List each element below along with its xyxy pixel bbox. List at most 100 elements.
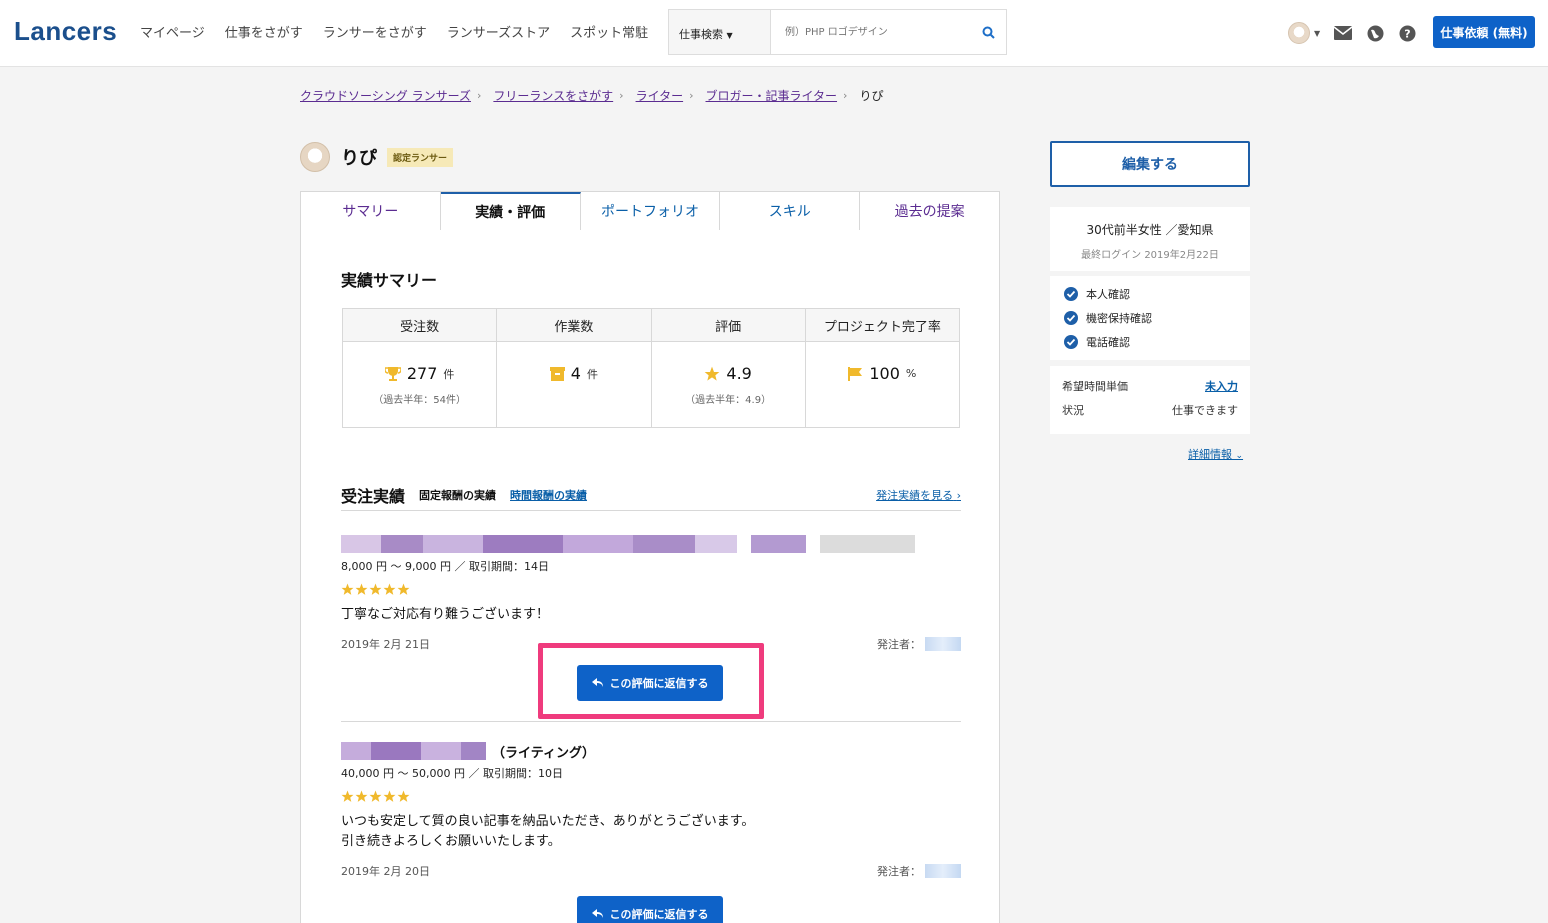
profile-info-box: 30代前半女性 ／愛知県 最終ログイン 2019年2月22日 bbox=[1050, 207, 1250, 271]
tab-portfolio[interactable]: ポートフォリオ bbox=[581, 192, 721, 230]
nav-mypage[interactable]: マイページ bbox=[140, 22, 205, 41]
reply-icon bbox=[591, 909, 603, 918]
nav-find-lancers[interactable]: ランサーをさがす bbox=[323, 22, 427, 41]
summary-title: 実績サマリー bbox=[341, 271, 438, 290]
divider bbox=[341, 721, 961, 722]
client-name-blurred[interactable] bbox=[925, 637, 961, 651]
summary-head: 評価 bbox=[651, 309, 805, 342]
verification-item: 機密保持確認 bbox=[1050, 306, 1250, 330]
star-icon bbox=[383, 583, 396, 595]
star-icon bbox=[341, 583, 354, 595]
star-icon bbox=[705, 366, 720, 381]
lancers-logo[interactable]: Lancers bbox=[14, 16, 117, 47]
breadcrumb-home[interactable]: クラウドソーシング ランサーズ bbox=[300, 87, 471, 104]
summary-value: 4 件 bbox=[497, 364, 650, 383]
orders-header: 受注実績 固定報酬の実績 時間報酬の実績 発注実績を見る › bbox=[341, 480, 961, 510]
tab-past-proposals[interactable]: 過去の提案 bbox=[860, 192, 999, 230]
client-name-blurred[interactable] bbox=[925, 864, 961, 878]
reply-label: この評価に返信する bbox=[609, 908, 709, 921]
globe-icon[interactable] bbox=[1366, 24, 1384, 42]
hourly-rate-link[interactable]: 未入力 bbox=[1205, 378, 1238, 394]
completion-unit: % bbox=[905, 367, 917, 380]
search-input[interactable] bbox=[771, 10, 970, 54]
blurred-job-title bbox=[341, 742, 371, 760]
check-circle-icon bbox=[1064, 335, 1078, 349]
star-icon bbox=[355, 790, 368, 802]
review-meta: 2019年 2月 20日 発注者： bbox=[341, 863, 961, 879]
edit-profile-button[interactable]: 編集する bbox=[1050, 141, 1250, 187]
box-icon bbox=[549, 366, 565, 381]
nav-find-jobs[interactable]: 仕事をさがす bbox=[225, 22, 303, 41]
help-icon[interactable]: ? bbox=[1398, 24, 1416, 42]
review-date: 2019年 2月 20日 bbox=[341, 865, 430, 878]
order-entry: 8,000 円 〜 9,000 円 ／ 取引期間：14日 丁寧なご対応有り難うご… bbox=[341, 535, 961, 652]
orders-unit: 件 bbox=[443, 367, 455, 381]
search-type-select[interactable]: 仕事検索 ▼ bbox=[669, 10, 771, 54]
verification-label: 機密保持確認 bbox=[1086, 312, 1152, 325]
client-label: 発注者： bbox=[877, 638, 921, 651]
check-circle-icon bbox=[1064, 311, 1078, 325]
completion-value: 100 bbox=[869, 364, 900, 383]
post-job-button[interactable]: 仕事依頼 (無料) bbox=[1433, 16, 1535, 48]
blurred-job-title bbox=[461, 742, 486, 760]
tab-summary[interactable]: サマリー bbox=[301, 192, 441, 230]
star-icon bbox=[369, 583, 382, 595]
breadcrumb-writer[interactable]: ライター bbox=[636, 87, 684, 104]
user-avatar[interactable] bbox=[1288, 22, 1310, 44]
trophy-icon bbox=[384, 366, 401, 381]
detail-info-link[interactable]: 詳細情報 ⌄ bbox=[1188, 446, 1243, 462]
status-value: 仕事できます bbox=[1172, 404, 1238, 417]
verification-label: 本人確認 bbox=[1086, 288, 1130, 301]
main-nav: マイページ 仕事をさがす ランサーをさがす ランサーズストア スポット常駐 bbox=[140, 22, 648, 41]
price-range: 8,000 円 〜 9,000 円 ／ 取引期間：14日 bbox=[341, 560, 549, 573]
chevron-down-icon: ▼ bbox=[726, 31, 733, 40]
reply-to-review-button[interactable]: この評価に返信する bbox=[577, 896, 723, 923]
summary-rating: 評価 4.9 （過去半年：4.9） bbox=[651, 309, 806, 427]
review-line: 丁寧なご対応有り難うございます！ bbox=[341, 607, 550, 622]
review-comment: 丁寧なご対応有り難うございます！ bbox=[341, 605, 961, 625]
review-line: 引き続きよろしくお願いいたします。 bbox=[341, 834, 561, 849]
certified-badge: 認定ランサー bbox=[387, 147, 454, 167]
search-type-label: 仕事検索 bbox=[679, 28, 723, 41]
star-icon bbox=[369, 790, 382, 802]
summary-tasks: 作業数 4 件 bbox=[497, 309, 652, 427]
verification-label: 電話確認 bbox=[1086, 336, 1130, 349]
summary-orders: 受注数 277 件 （過去半年：54件） bbox=[343, 309, 498, 427]
blurred-job-title bbox=[371, 742, 421, 760]
chevron-down-icon: ⌄ bbox=[1235, 451, 1244, 461]
orders-count: 277 bbox=[406, 364, 438, 383]
tab-achievements[interactable]: 実績・評価 bbox=[440, 192, 581, 230]
blurred-job-title[interactable] bbox=[341, 535, 961, 553]
main-panel: 実績サマリー 受注数 277 件 （過去半年：54件） 作業数 4 件 評価 4… bbox=[300, 230, 1000, 923]
orders-sub: （過去半年：54件） bbox=[373, 395, 466, 406]
verification-item: 本人確認 bbox=[1050, 282, 1250, 306]
profile-avatar bbox=[300, 142, 330, 172]
summary-value: 277 件 bbox=[343, 364, 496, 383]
hourly-reward-tab[interactable]: 時間報酬の実績 bbox=[510, 487, 587, 503]
star-icon bbox=[397, 583, 410, 595]
rate-status-box: 希望時間単価 未入力 状況 仕事できます bbox=[1050, 366, 1250, 434]
search-icon bbox=[982, 26, 995, 39]
client-label: 発注者： bbox=[877, 865, 921, 878]
search-button[interactable] bbox=[970, 10, 1006, 54]
mail-icon[interactable] bbox=[1334, 24, 1353, 42]
summary-table: 受注数 277 件 （過去半年：54件） 作業数 4 件 評価 4.9 （過去半 bbox=[342, 308, 960, 428]
breadcrumb-freelance[interactable]: フリーランスをさがす bbox=[493, 87, 613, 104]
nav-store[interactable]: ランサーズストア bbox=[447, 22, 550, 41]
tab-skills[interactable]: スキル bbox=[720, 192, 861, 230]
summary-value: 4.9 bbox=[652, 364, 805, 383]
hourly-rate-row: 希望時間単価 未入力 bbox=[1050, 374, 1250, 398]
job-title-row[interactable]: （ライティング） bbox=[341, 742, 961, 761]
breadcrumb: クラウドソーシング ランサーズ › フリーランスをさがす › ライター › ブロガー・… bbox=[300, 87, 883, 104]
client-history-link[interactable]: 発注実績を見る › bbox=[876, 487, 961, 503]
nav-spot[interactable]: スポット常駐 bbox=[570, 22, 648, 41]
chevron-right-icon: › bbox=[843, 89, 848, 102]
last-login-text: 最終ログイン 2019年2月22日 bbox=[1081, 250, 1219, 261]
orders-title: 受注実績 bbox=[341, 487, 406, 506]
svg-text:?: ? bbox=[1404, 27, 1410, 40]
fixed-reward-tab[interactable]: 固定報酬の実績 bbox=[419, 487, 496, 503]
breadcrumb-blogger[interactable]: ブロガー・記事ライター bbox=[706, 87, 838, 104]
chevron-right-icon: › bbox=[619, 89, 624, 102]
price-range: 40,000 円 〜 50,000 円 ／ 取引期間：10日 bbox=[341, 767, 563, 780]
chevron-down-icon[interactable]: ▼ bbox=[1314, 29, 1320, 38]
